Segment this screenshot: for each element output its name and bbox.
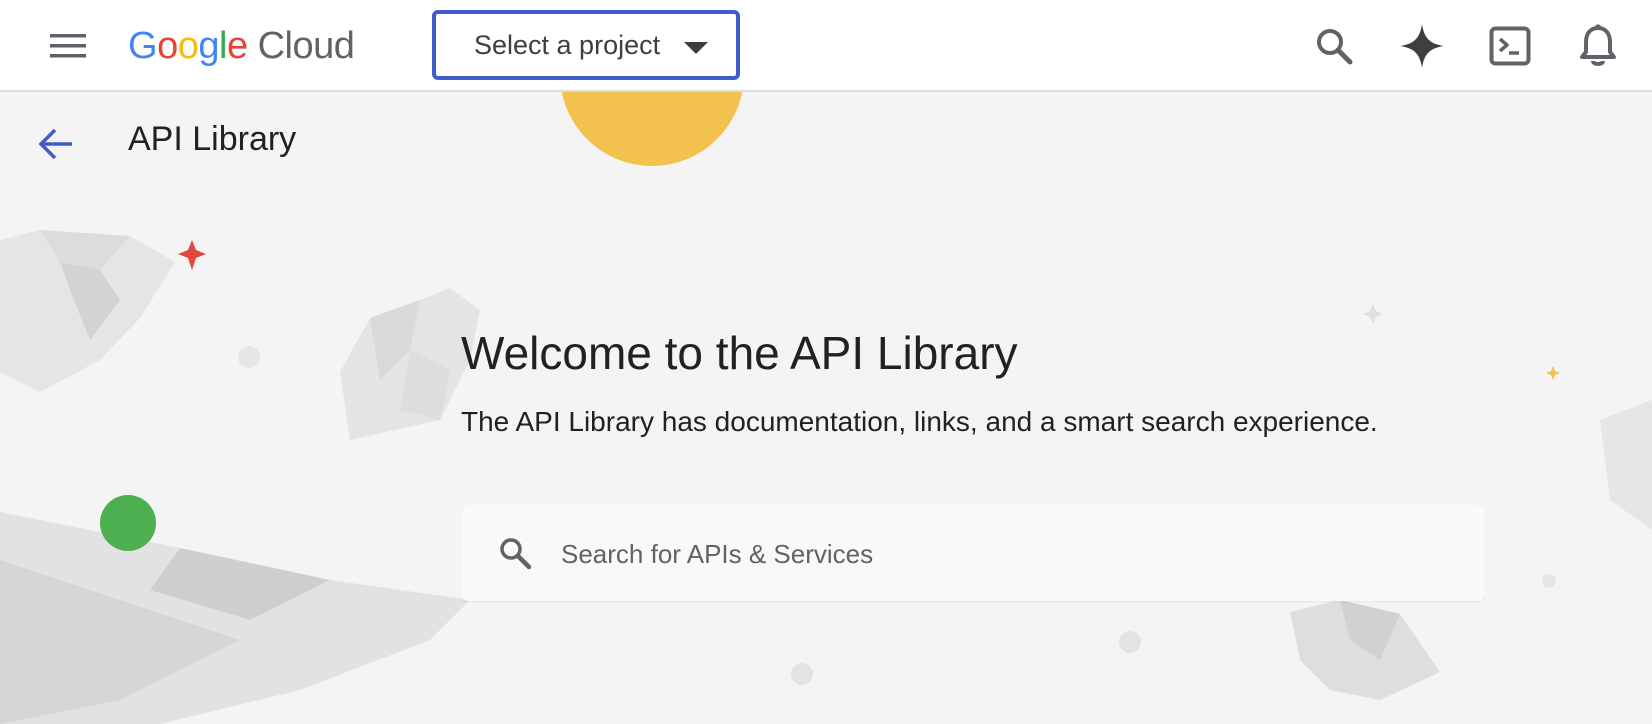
search-button[interactable] [1306,18,1362,74]
rock-decoration [340,288,480,440]
main-menu-button[interactable] [36,22,100,70]
logo-letter: e [226,24,248,67]
gemini-button[interactable] [1394,18,1450,74]
logo-letter: o [157,24,178,67]
rock-decoration [0,230,175,392]
logo-letter: o [177,24,199,67]
search-icon [500,538,532,570]
api-search-input[interactable] [559,529,1443,579]
cloud-shell-button[interactable] [1482,18,1538,74]
project-picker-label: Select a project [474,29,661,60]
caret-down-icon [684,42,708,54]
welcome-subtitle: The API Library has documentation, links… [461,406,1378,437]
page-header: API Library [0,92,1652,192]
back-button[interactable] [30,118,82,170]
api-search-box[interactable] [461,505,1485,601]
green-circle-decoration [100,495,156,551]
yellow-star-decoration [1546,366,1560,380]
terrain-decoration [0,512,470,724]
project-picker-button[interactable]: Select a project [432,10,740,80]
notifications-button[interactable] [1570,18,1626,74]
search-icon [1317,29,1353,65]
top-app-bar: Go o g l e Cloud Select a project [0,0,1652,92]
logo-letter: g [198,24,219,67]
welcome-heading: Welcome to the API Library [461,327,1018,379]
back-arrow-icon [38,128,72,160]
google-cloud-logo[interactable]: Go o g l e Cloud [128,20,355,72]
menu-icon [50,34,86,58]
cloud-shell-terminal-icon [1489,26,1531,66]
logo-letter: l [218,24,227,67]
logo-letter: G [128,24,158,67]
red-star-decoration [178,240,206,270]
rock-decoration [1290,600,1440,700]
page-title: API Library [128,120,297,158]
logo-product-name: Cloud [257,24,355,67]
notifications-bell-icon [1580,24,1616,66]
gemini-sparkle-icon [1400,24,1444,68]
